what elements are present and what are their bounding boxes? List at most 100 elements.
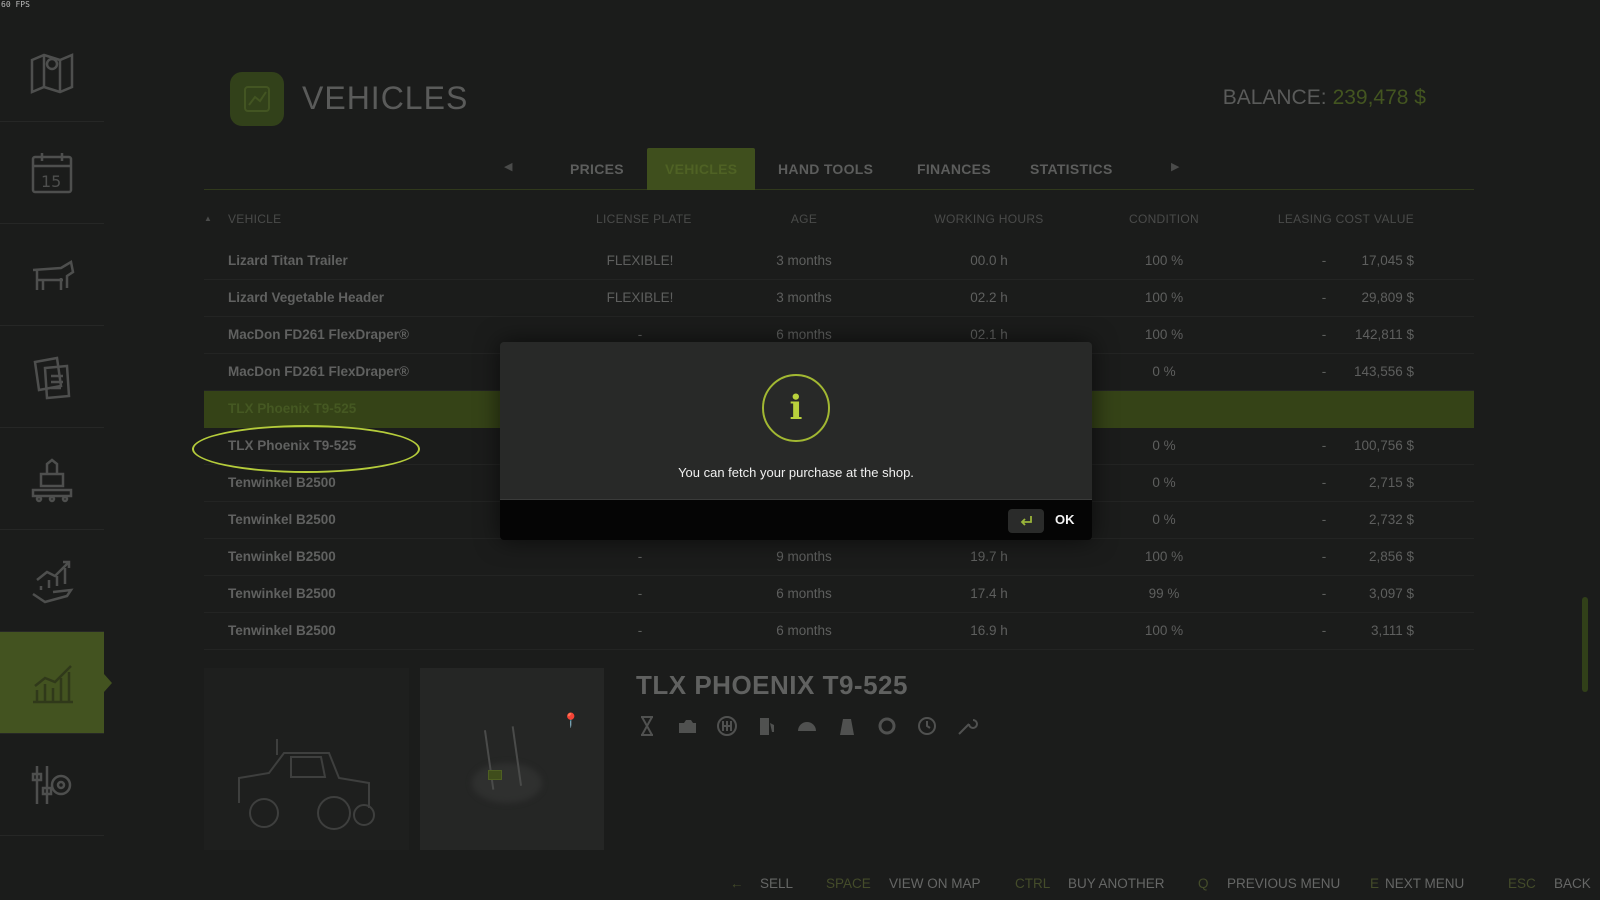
balance: BALANCE: 239,478 $ [1223,86,1426,110]
tab-prices[interactable]: PRICES [552,148,642,190]
key-buy-another: CTRL [1015,876,1051,891]
svg-text:15: 15 [41,172,61,191]
balance-label: BALANCE: [1222,86,1327,109]
cell-vehicle: Tenwinkel B2500 [228,623,336,638]
sidebar-item-production[interactable] [0,428,104,530]
sell-button[interactable]: SELL [760,876,793,891]
cell-vehicle: Tenwinkel B2500 [228,586,336,601]
cell-vehicle: Lizard Titan Trailer [228,253,348,268]
cell-value: 29,809 $ [1361,290,1414,305]
clock-icon [918,717,936,735]
spec-operating-time [916,715,938,737]
table-header: ▲ VEHICLE LICENSE PLATE AGE WORKING HOUR… [204,212,1474,232]
statistics-icon [33,664,73,703]
tab-vehicles[interactable]: VEHICLES [647,148,756,190]
sort-arrow-icon[interactable]: ▲ [204,214,212,223]
table-row[interactable]: Lizard Titan Trailer FLEXIBLE! 3 months … [204,243,1474,280]
spec-power [676,715,698,737]
table-row[interactable]: Tenwinkel B2500 - 6 months 16.9 h 100 % … [204,613,1474,650]
cell-value: 17,045 $ [1361,253,1414,268]
cell-value: 2,715 $ [1368,475,1414,490]
cell-age: 6 months [776,327,832,342]
cell-vehicle: Tenwinkel B2500 [228,549,336,564]
cell-age: 6 months [776,623,832,638]
table-row[interactable]: Tenwinkel B2500 - 6 months 17.4 h 99 % -… [204,576,1474,613]
sidebar-item-animals[interactable] [0,224,104,326]
tab-finances[interactable]: FINANCES [899,148,1009,190]
vehicle-specs [636,712,986,740]
sidebar-item-contracts[interactable] [0,326,104,428]
previous-menu-button[interactable]: PREVIOUS MENU [1227,876,1340,891]
cell-age: 3 months [776,253,832,268]
column-age[interactable]: AGE [744,212,864,226]
info-dialog: i You can fetch your purchase at the sho… [500,342,1092,540]
cow-icon [32,259,75,290]
buy-another-button[interactable]: BUY ANOTHER [1068,876,1165,891]
column-value[interactable]: VALUE [1374,212,1414,226]
cell-vehicle: TLX Phoenix T9-525 [228,401,357,416]
spec-age [636,715,658,737]
enter-key-icon[interactable] [1008,509,1044,533]
dialog-footer: OK [500,500,1092,540]
vehicle-location-minimap[interactable]: 📍 [420,668,604,850]
column-license-plate[interactable]: LICENSE PLATE [596,212,691,226]
balance-amount: 239,478 $ [1332,86,1426,109]
cell-value: 2,856 $ [1368,549,1414,564]
map-vehicle-marker [488,770,502,780]
table-scrollbar[interactable] [1582,597,1588,692]
tab-hand-tools[interactable]: HAND TOOLS [760,148,891,190]
production-icon [31,457,73,502]
info-icon: i [762,374,830,442]
key-previous-menu: Q [1198,876,1209,891]
table-row[interactable]: Tenwinkel B2500 - 9 months 19.7 h 100 % … [204,539,1474,576]
weight-icon [840,719,854,735]
cell-vehicle: Tenwinkel B2500 [228,475,336,490]
tab-prev-arrow-icon[interactable]: ◀ [504,160,512,173]
map-icon [30,52,74,94]
spec-wheels [876,715,898,737]
key-back: ESC [1508,876,1536,891]
vehicles-page-icon [230,72,284,126]
table-row[interactable]: Lizard Vegetable Header FLEXIBLE! 3 mont… [204,280,1474,317]
sidebar-item-statistics[interactable] [0,632,112,734]
spec-weight [836,715,858,737]
sidebar-item-map[interactable] [0,20,104,122]
cell-value: 143,556 $ [1353,364,1414,379]
cell-plate: FLEXIBLE! [606,290,674,305]
next-menu-button[interactable]: NEXT MENU [1385,876,1464,891]
back-button[interactable]: BACK [1554,876,1591,891]
wrench-icon [958,719,978,735]
fps-counter: 60 FPS [1,0,30,9]
sidebar: 15 [0,20,112,850]
key-view-on-map: SPACE [826,876,871,891]
spec-max-speed [796,715,818,737]
sidebar-item-prices[interactable] [0,530,104,632]
cell-age: 9 months [776,549,832,564]
vehicle-detail-title: TLX PHOENIX T9-525 [636,670,908,700]
cell-value: 3,097 $ [1368,586,1414,601]
sidebar-item-calendar[interactable]: 15 [0,122,104,224]
vehicle-stats-icon [244,86,270,112]
hourglass-icon [641,716,653,736]
cell-value: 142,811 $ [1354,327,1414,342]
settings-icon [31,765,72,804]
view-on-map-button[interactable]: VIEW ON MAP [889,876,981,891]
cell-value: 100,756 $ [1353,438,1414,453]
engine-icon [679,720,696,733]
speedometer-icon [798,722,816,731]
cell-value: 2,732 $ [1368,512,1414,527]
sidebar-item-settings[interactable] [0,734,104,836]
spec-speed [716,715,738,737]
tab-bar: ◀ PRICES VEHICLES HAND TOOLS FINANCES ST… [204,148,1474,190]
tab-next-arrow-icon[interactable]: ▶ [1171,160,1179,173]
map-pin-icon: 📍 [562,712,580,728]
ok-button[interactable]: OK [1055,512,1075,527]
cell-plate: - [637,549,643,564]
tractor-icon [238,739,375,830]
column-vehicle[interactable]: VEHICLE [228,212,281,226]
fuel-icon [760,718,774,735]
footer-key-hints: ← SELL SPACE VIEW ON MAP CTRL BUY ANOTHE… [700,876,1591,896]
cell-plate: - [637,586,643,601]
tab-statistics[interactable]: STATISTICS [1012,148,1131,190]
cell-age: 6 months [776,586,832,601]
